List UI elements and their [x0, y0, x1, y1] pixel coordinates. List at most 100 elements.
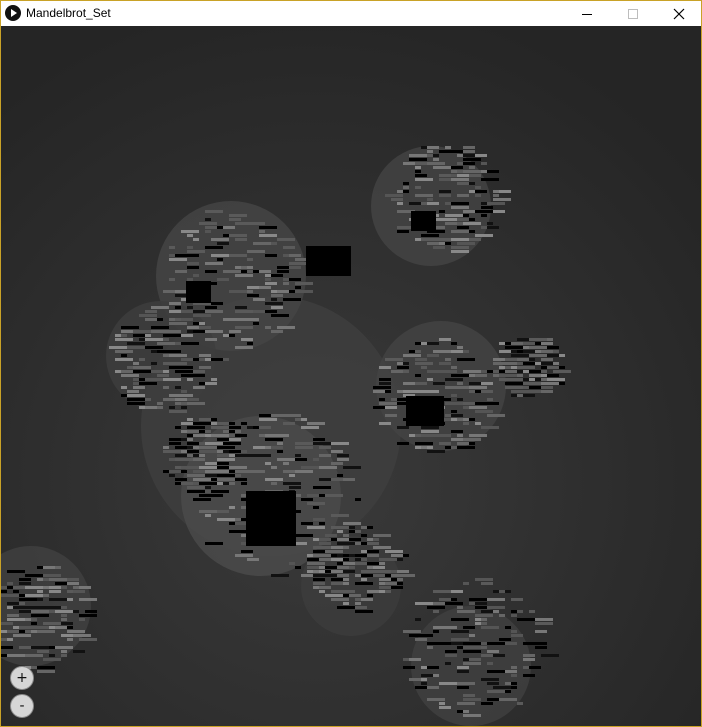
fractal-pixel — [397, 570, 409, 573]
fractal-pixel — [181, 482, 193, 485]
fractal-pixel — [397, 558, 403, 561]
maximize-icon — [628, 8, 638, 19]
fractal-pixel — [115, 338, 133, 341]
fractal-pixel — [283, 482, 301, 485]
fractal-pixel — [493, 374, 499, 377]
fractal-pixel — [463, 146, 475, 149]
fractal-pixel — [541, 390, 553, 393]
fractal-pixel — [475, 210, 493, 213]
fractal-pixel — [463, 650, 481, 653]
fractal-pixel — [373, 550, 379, 553]
fractal-pixel — [61, 618, 67, 621]
fractal-pixel — [457, 182, 469, 185]
fractal-pixel — [517, 338, 529, 341]
fractal-pixel — [241, 482, 247, 485]
fractal-pixel — [31, 626, 49, 629]
title-bar[interactable]: Mandelbrot_Set — [1, 1, 701, 26]
fractal-pixel — [121, 370, 133, 373]
fractal-pixel — [205, 218, 211, 221]
fractal-pixel — [229, 218, 241, 221]
fractal-pixel — [295, 418, 301, 421]
fractal-pixel — [187, 430, 199, 433]
fractal-pixel — [547, 378, 565, 381]
fractal-pixel — [433, 166, 451, 169]
mandelbrot-canvas[interactable]: + - — [1, 26, 701, 726]
fractal-pixel — [457, 218, 469, 221]
fractal-pixel — [127, 390, 139, 393]
fractal-pixel — [25, 618, 31, 621]
fractal-pixel — [7, 618, 19, 621]
fractal-pixel — [487, 642, 505, 645]
fractal-pixel — [487, 670, 505, 673]
maximize-button[interactable] — [610, 1, 656, 26]
fractal-pixel — [313, 518, 325, 521]
fractal-pixel — [421, 390, 439, 393]
fractal-pixel — [175, 454, 187, 457]
fractal-pixel — [397, 426, 409, 429]
fractal-pixel — [289, 262, 307, 265]
fractal-pixel — [379, 558, 397, 561]
fractal-pixel — [511, 614, 517, 617]
fractal-pixel — [121, 354, 127, 357]
fractal-pixel — [175, 398, 187, 401]
fractal-pixel — [1, 586, 7, 589]
fractal-pixel — [349, 594, 361, 597]
fractal-pixel — [463, 418, 469, 421]
fractal-pixel — [343, 554, 349, 557]
fractal-pixel — [463, 170, 481, 173]
fractal-pixel — [193, 330, 205, 333]
fractal-pixel — [451, 638, 469, 641]
fractal-pixel — [469, 382, 481, 385]
fractal-pixel — [283, 298, 301, 301]
fractal-pixel — [79, 614, 97, 617]
fractal-pixel — [433, 246, 445, 249]
fractal-pixel — [13, 586, 25, 589]
fractal-pixel — [217, 242, 229, 245]
set-core — [306, 246, 351, 276]
fractal-pixel — [355, 582, 367, 585]
fractal-pixel — [385, 406, 397, 409]
fractal-pixel — [517, 362, 523, 365]
fractal-pixel — [445, 146, 451, 149]
fractal-pixel — [361, 550, 367, 553]
fractal-pixel — [73, 634, 91, 637]
fractal-pixel — [433, 626, 451, 629]
fractal-pixel — [469, 218, 475, 221]
fractal-pixel — [481, 202, 487, 205]
fractal-pixel — [55, 610, 73, 613]
fractal-pixel — [439, 598, 451, 601]
fractal-pixel — [301, 466, 319, 469]
fractal-pixel — [313, 438, 325, 441]
fractal-pixel — [481, 622, 487, 625]
fractal-pixel — [211, 434, 229, 437]
zoom-in-button[interactable]: + — [10, 666, 34, 690]
fractal-pixel — [463, 402, 475, 405]
fractal-pixel — [217, 450, 223, 453]
fractal-pixel — [253, 242, 271, 245]
fractal-pixel — [7, 582, 13, 585]
fractal-pixel — [361, 558, 367, 561]
close-button[interactable] — [656, 1, 701, 26]
fractal-pixel — [295, 446, 313, 449]
zoom-out-button[interactable]: - — [10, 694, 34, 718]
fractal-pixel — [421, 434, 439, 437]
minimize-button[interactable] — [564, 1, 610, 26]
fractal-pixel — [181, 470, 187, 473]
fractal-pixel — [169, 322, 187, 325]
fractal-pixel — [421, 678, 427, 681]
fractal-pixel — [367, 542, 379, 545]
fractal-pixel — [205, 270, 217, 273]
fractal-pixel — [337, 538, 349, 541]
fractal-pixel — [313, 574, 331, 577]
fractal-pixel — [37, 590, 43, 593]
fractal-pixel — [433, 630, 439, 633]
fractal-pixel — [301, 522, 313, 525]
fractal-pixel — [415, 194, 433, 197]
fractal-pixel — [391, 586, 403, 589]
fractal-pixel — [325, 566, 337, 569]
fractal-pixel — [301, 534, 313, 537]
fractal-pixel — [451, 642, 463, 645]
fractal-pixel — [403, 390, 421, 393]
fractal-pixel — [343, 534, 349, 537]
fractal-pixel — [457, 442, 469, 445]
